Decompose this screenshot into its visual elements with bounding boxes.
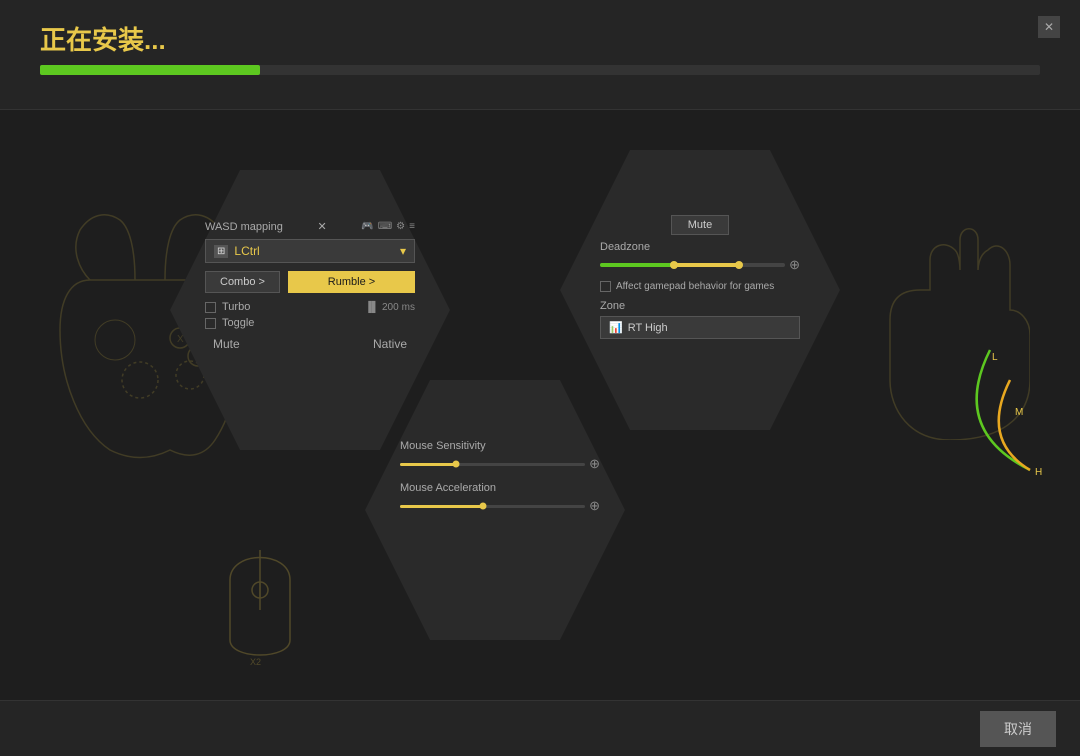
deadzone-thumb-left[interactable] [670, 261, 678, 269]
deadzone-panel: Mute Deadzone ⊕ Affect gamepad behavior … [600, 215, 800, 339]
key-flag: ⊞ [214, 245, 228, 258]
turbo-value: ▐▌ 200 ms [365, 302, 415, 313]
page-title: 正在安装... [40, 20, 166, 57]
sensitivity-label: Mouse Sensitivity [400, 440, 600, 452]
svg-text:H: H [1035, 467, 1042, 478]
deadzone-slider-icon: ⊕ [789, 257, 800, 273]
cancel-button[interactable]: 取消 [980, 711, 1056, 747]
acceleration-fill [400, 505, 483, 508]
toggle-label: Toggle [222, 317, 254, 329]
close-button[interactable]: ✕ [1038, 16, 1060, 38]
svg-text:X2: X2 [250, 657, 261, 667]
icon-wifi: ≡ [409, 221, 415, 232]
sensitivity-slider-track[interactable] [400, 463, 585, 466]
icon-keyboard: ⌨ [378, 221, 392, 232]
mapping-close-icon[interactable]: ✕ [317, 220, 326, 233]
top-bar: 正在安装... ✕ [0, 0, 1080, 110]
mapping-footer: Mute Native [205, 335, 415, 353]
turbo-ms-unit: ms [402, 302, 415, 313]
zone-label: Zone [600, 300, 800, 312]
key-value: LCtrl [234, 244, 259, 258]
native-button[interactable]: Native [365, 335, 415, 353]
affect-row: Affect gamepad behavior for games [600, 281, 800, 292]
turbo-checkbox[interactable] [205, 302, 216, 313]
affect-label: Affect gamepad behavior for games [616, 281, 774, 292]
acceleration-label: Mouse Acceleration [400, 482, 600, 494]
mute-button[interactable]: Mute [205, 335, 248, 353]
svg-text:M: M [1015, 407, 1023, 418]
turbo-row: Turbo ▐▌ 200 ms [205, 301, 415, 313]
deadzone-slider-row: ⊕ [600, 257, 800, 273]
mapping-title-label: WASD mapping [205, 221, 283, 233]
key-dropdown[interactable]: ⊞ LCtrl ▾ [205, 239, 415, 263]
turbo-label: Turbo [222, 301, 250, 313]
deadzone-label: Deadzone [600, 241, 800, 253]
acceleration-slider-row: ⊕ [400, 498, 600, 514]
acceleration-icon: ⊕ [589, 498, 600, 514]
combo-button[interactable]: Combo > [205, 271, 280, 293]
deadzone-slider-track[interactable] [600, 263, 785, 267]
deadzone-fill-green [600, 263, 674, 267]
mouse-outline: X2 [220, 530, 300, 660]
key-dropdown-left: ⊞ LCtrl [214, 244, 260, 258]
acceleration-slider-track[interactable] [400, 505, 585, 508]
progress-bar-fill [40, 65, 260, 75]
dropdown-arrow-icon: ▾ [400, 244, 406, 258]
acceleration-thumb[interactable] [480, 503, 487, 510]
rumble-button[interactable]: Rumble > [288, 271, 415, 293]
bottom-bar: 取消 [0, 700, 1080, 756]
toggle-checkbox[interactable] [205, 318, 216, 329]
affect-checkbox[interactable] [600, 281, 611, 292]
deadzone-thumb-right[interactable] [735, 261, 743, 269]
mapping-panel: WASD mapping ✕ 🎮 ⌨ ⚙ ≡ ⊞ LCtrl ▾ Combo >… [205, 220, 415, 353]
svg-text:L: L [992, 352, 998, 363]
toggle-row: Toggle [205, 317, 415, 329]
zone-dropdown[interactable]: 📊 RT High [600, 316, 800, 339]
deadzone-fill-yellow [674, 263, 739, 267]
zone-value: RT High [628, 322, 668, 334]
main-content: Y X B A X2 [0, 110, 1080, 700]
arc-container: H M L [930, 330, 1050, 490]
icon-gamepad: 🎮 [361, 221, 373, 232]
icon-settings: ⚙ [396, 221, 405, 232]
sensitivity-thumb[interactable] [452, 461, 459, 468]
sensitivity-icon: ⊕ [589, 456, 600, 472]
mouse-panel: Mouse Sensitivity ⊕ Mouse Acceleration ⊕ [400, 440, 600, 524]
deadzone-mute-button[interactable]: Mute [671, 215, 729, 235]
mapping-header: WASD mapping ✕ 🎮 ⌨ ⚙ ≡ [205, 220, 415, 233]
combo-row: Combo > Rumble > [205, 271, 415, 293]
sensitivity-slider-row: ⊕ [400, 456, 600, 472]
mapping-header-icons: 🎮 ⌨ ⚙ ≡ [361, 221, 415, 232]
sensitivity-fill [400, 463, 456, 466]
turbo-bars-icon: ▐▌ [365, 302, 379, 313]
progress-bar-container [40, 65, 1040, 75]
turbo-ms-value: 200 [382, 302, 399, 313]
zone-bars-icon: 📊 [609, 321, 623, 334]
